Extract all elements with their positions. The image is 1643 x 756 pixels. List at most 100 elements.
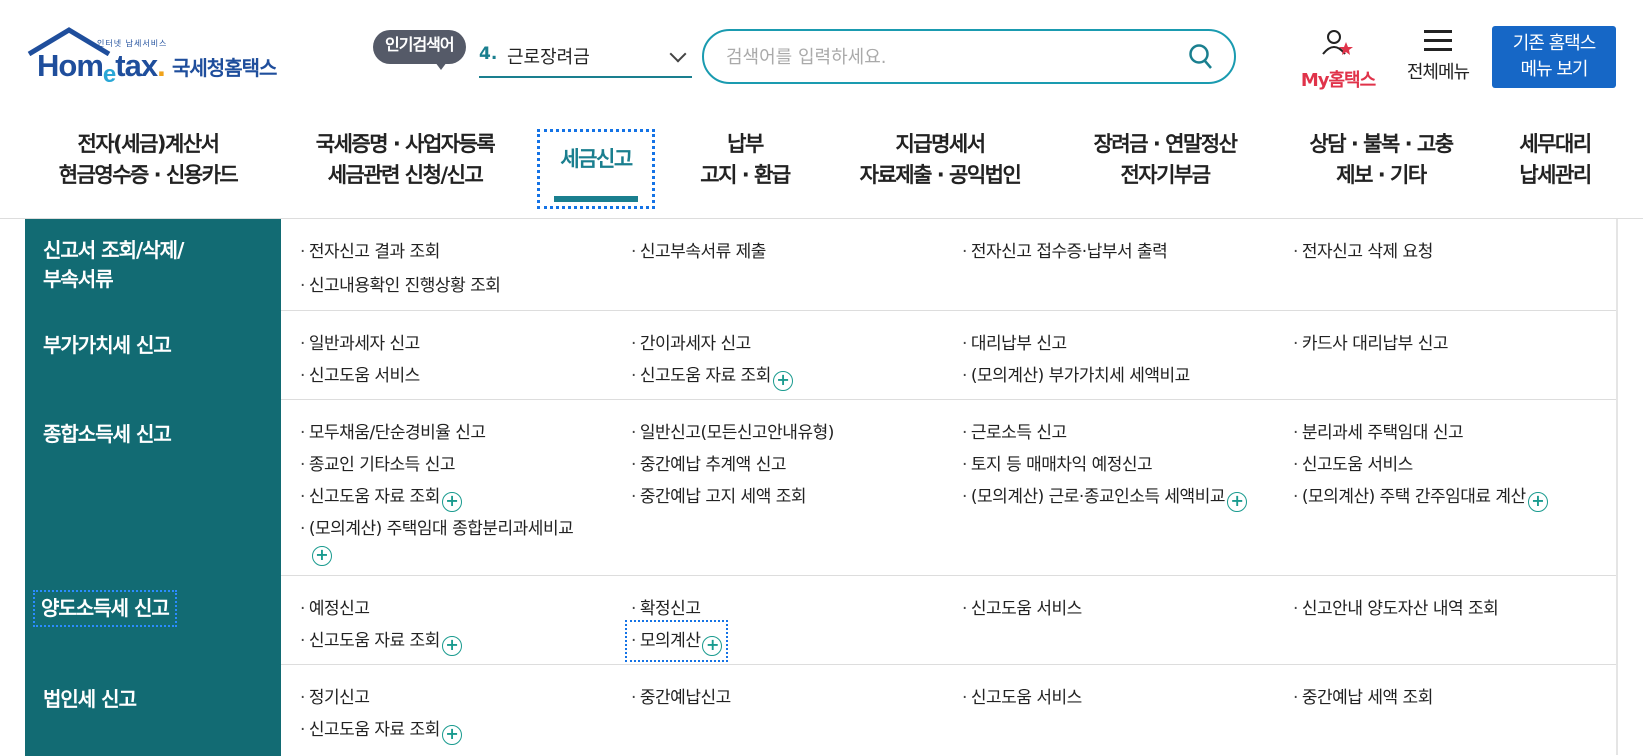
- menu-link[interactable]: 예정신고: [300, 594, 370, 619]
- gnb-payment-statement[interactable]: 지급명세서 자료제출 · 공익법인: [848, 129, 1032, 209]
- global-nav: 전자(세금)계산서 현금영수증 · 신용카드 국세증명 · 사업자등록 세금관련…: [0, 125, 1643, 219]
- menu-link[interactable]: 신고도움 서비스: [300, 361, 420, 386]
- gnb-label: 세무대리: [1519, 132, 1592, 156]
- popular-rank: 4.: [479, 44, 498, 64]
- section-title[interactable]: 부가가치세 신고: [25, 311, 281, 400]
- tax-filing-submenu: 신고서 조회/삭제/ 부속서류 전자신고 결과 조회 신고부속서류 제출 전자신…: [25, 219, 1616, 756]
- menu-link[interactable]: 모의계산+: [624, 620, 729, 662]
- menu-link[interactable]: 근로소득 신고: [962, 418, 1067, 443]
- section-income-tax: 종합소득세 신고 모두채움/단순경비율 신고 일반신고(모든신고안내유형) 근로…: [25, 400, 1616, 576]
- section-title[interactable]: 법인세 신고: [25, 665, 281, 756]
- menu-link[interactable]: 전자신고 접수증·납부서 출력: [962, 237, 1168, 262]
- logo-korean: 국세청홈택스: [172, 56, 277, 80]
- menu-link[interactable]: 신고도움 자료 조회+: [631, 361, 793, 391]
- gnb-label: 자료제출 · 공익법인: [859, 163, 1022, 187]
- search-box: [702, 29, 1236, 84]
- menu-link[interactable]: 신고내용확인 진행상황 조회: [300, 271, 501, 296]
- menu-link[interactable]: (모의계산) 근로·종교인소득 세액비교+: [962, 482, 1247, 512]
- menu-link-label: (모의계산) 근로·종교인소득 세액비교: [970, 487, 1226, 507]
- gnb-tax-filing[interactable]: 세금신고: [537, 129, 655, 209]
- menu-link[interactable]: (모의계산) 주택임대 종합분리과세비교: [300, 514, 574, 539]
- section-title[interactable]: 종합소득세 신고: [25, 400, 281, 576]
- plus-circle-icon[interactable]: +: [772, 371, 793, 391]
- section-title[interactable]: 신고서 조회/삭제/ 부속서류: [25, 219, 281, 311]
- menu-link[interactable]: 중간예납 추계액 신고: [631, 450, 787, 475]
- user-star-icon: [1322, 30, 1353, 55]
- menu-link[interactable]: 일반과세자 신고: [300, 329, 420, 354]
- menu-link[interactable]: 종교인 기타소득 신고: [300, 450, 456, 475]
- menu-link[interactable]: 대리납부 신고: [962, 329, 1067, 354]
- my-hometax-button[interactable]: My홈택스: [1290, 28, 1386, 92]
- all-menu-button[interactable]: 전체메뉴: [1397, 28, 1479, 84]
- menu-link[interactable]: 확정신고: [631, 594, 701, 619]
- menu-link[interactable]: 토지 등 매매차익 예정신고: [962, 450, 1153, 475]
- menu-link[interactable]: 신고도움 자료 조회+: [300, 715, 462, 745]
- section-title[interactable]: 양도소득세 신고: [25, 576, 281, 665]
- menu-link[interactable]: 중간예납신고: [631, 683, 731, 708]
- menu-link-label: 신고도움 자료 조회: [639, 366, 771, 386]
- search-input[interactable]: [726, 43, 1166, 71]
- menu-link[interactable]: 중간예납 세액 조회: [1293, 683, 1433, 708]
- gnb-payment[interactable]: 납부 고지 · 환급: [690, 129, 800, 209]
- plus-circle-icon[interactable]: +: [441, 492, 462, 512]
- gnb-label: 전자기부금: [1120, 163, 1211, 187]
- gnb-certificate[interactable]: 국세증명 · 사업자등록 세금관련 신청/신고: [300, 129, 510, 209]
- gnb-incentive[interactable]: 장려금 · 연말정산 전자기부금: [1080, 129, 1250, 209]
- gnb-label: 제보 · 기타: [1336, 163, 1427, 187]
- menu-link[interactable]: 신고안내 양도자산 내역 조회: [1293, 594, 1499, 619]
- plus-circle-icon[interactable]: +: [312, 546, 332, 566]
- old-menu-line2: 메뉴 보기: [1520, 59, 1589, 80]
- plus-circle-icon[interactable]: +: [1226, 492, 1247, 512]
- section-title-line: 양도소득세 신고: [33, 590, 177, 627]
- menu-link[interactable]: 일반신고(모든신고안내유형): [631, 418, 834, 443]
- menu-link[interactable]: 신고도움 서비스: [962, 683, 1082, 708]
- section-title-line: 종합소득세 신고: [43, 422, 172, 446]
- search-icon[interactable]: [1188, 43, 1214, 71]
- hometax-logo[interactable]: 인터넷 납세서비스 Hometax. 국세청홈택스: [27, 26, 297, 88]
- section-capital-gains: 양도소득세 신고 예정신고 확정신고 신고도움 서비스 신고안내 양도자산 내역…: [25, 576, 1616, 665]
- gnb-label: 장려금 · 연말정산: [1093, 132, 1238, 156]
- menu-link[interactable]: (모의계산) 주택 간주임대료 계산+: [1293, 482, 1548, 512]
- gnb-label: 세금관련 신청/신고: [327, 163, 484, 187]
- menu-link[interactable]: 정기신고: [300, 683, 370, 708]
- all-menu-label: 전체메뉴: [1406, 62, 1470, 83]
- active-tab-indicator: [554, 196, 638, 202]
- plus-circle-icon[interactable]: +: [441, 725, 462, 745]
- plus-circle-icon[interactable]: +: [441, 636, 462, 656]
- menu-link[interactable]: 간이과세자 신고: [631, 329, 751, 354]
- menu-link[interactable]: 중간예납 고지 세액 조회: [631, 482, 807, 507]
- menu-link[interactable]: (모의계산) 부가가치세 세액비교: [962, 361, 1190, 386]
- menu-link[interactable]: 신고도움 자료 조회+: [300, 482, 462, 512]
- menu-link[interactable]: 전자신고 삭제 요청: [1293, 237, 1433, 262]
- gnb-e-invoice[interactable]: 전자(세금)계산서 현금영수증 · 신용카드: [48, 129, 248, 209]
- popular-search-badge: 인기검색어: [373, 30, 466, 70]
- menu-link-label: (모의계산) 주택 간주임대료 계산: [1301, 487, 1526, 507]
- menu-link[interactable]: 신고도움 서비스: [1293, 450, 1413, 475]
- gnb-label: 상담 · 불복 · 고충: [1309, 132, 1454, 156]
- old-menu-button[interactable]: 기존 홈택스 메뉴 보기: [1492, 26, 1616, 88]
- gnb-tax-agent[interactable]: 세무대리 납세관리: [1505, 129, 1605, 209]
- section-title-line: 부속서류: [43, 267, 114, 291]
- menu-link[interactable]: 전자신고 결과 조회: [300, 237, 440, 262]
- section-title-line: 부가가치세 신고: [43, 333, 172, 357]
- menu-link[interactable]: 신고도움 서비스: [962, 594, 1082, 619]
- menu-link[interactable]: 신고도움 자료 조회+: [300, 626, 462, 656]
- gnb-consultation[interactable]: 상담 · 불복 · 고충 제보 · 기타: [1296, 129, 1466, 209]
- menu-link-label: 모의계산: [639, 631, 701, 651]
- header: 인터넷 납세서비스 Hometax. 국세청홈택스 인기검색어 4. 근로장려금…: [0, 0, 1643, 120]
- gnb-label: 납세관리: [1519, 163, 1592, 187]
- menu-link-label: 신고도움 자료 조회: [308, 631, 440, 651]
- gnb-label: 현금영수증 · 신용카드: [58, 163, 239, 187]
- menu-link[interactable]: 분리과세 주택임대 신고: [1293, 418, 1464, 443]
- plus-circle-icon[interactable]: +: [1527, 492, 1548, 512]
- panel-border: [1616, 219, 1618, 755]
- gnb-label: 전자(세금)계산서: [77, 132, 220, 156]
- popular-search-select[interactable]: 4. 근로장려금: [479, 38, 692, 78]
- plus-circle-icon[interactable]: +: [702, 636, 723, 656]
- gnb-label: 국세증명 · 사업자등록: [315, 132, 496, 156]
- section-vat: 부가가치세 신고 일반과세자 신고 간이과세자 신고 대리납부 신고 카드사 대…: [25, 311, 1616, 400]
- section-corporate-tax: 법인세 신고 정기신고 중간예납신고 신고도움 서비스 중간예납 세액 조회 신…: [25, 665, 1616, 756]
- menu-link[interactable]: 신고부속서류 제출: [631, 237, 767, 262]
- menu-link[interactable]: 카드사 대리납부 신고: [1293, 329, 1449, 354]
- menu-link[interactable]: 모두채움/단순경비율 신고: [300, 418, 486, 443]
